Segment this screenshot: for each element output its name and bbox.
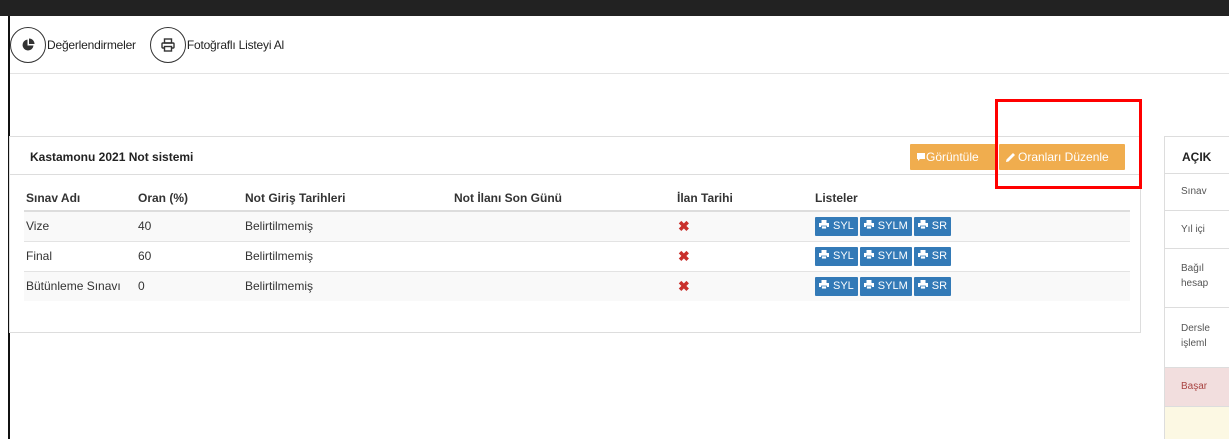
photo-list-button[interactable]: Fotoğraflı Listeyi Al	[149, 27, 292, 63]
panel-title: Kastamonu 2021 Not sistemi	[30, 150, 194, 164]
lists-cell: SYL SYLM SR	[813, 210, 1130, 241]
evaluations-label: Değerlendirmeler	[47, 38, 136, 52]
photo-list-label: Fotoğraflı Listeyi Al	[186, 38, 285, 52]
sr-button[interactable]: SR	[913, 276, 952, 296]
times-icon: ✖	[678, 247, 690, 264]
lists-cell: SYL SYLM SR	[813, 240, 1130, 271]
announce-last-cell	[452, 210, 675, 241]
sr-label: SR	[931, 220, 948, 233]
toolbar: Değerlendirmeler Fotoğraflı Listeyi Al	[10, 24, 292, 66]
info-sidebar: AÇIK Sınav Yıl içi Bağıl hesap Dersle iş…	[1164, 136, 1229, 439]
table-header-row: Sınav Adı Oran (%) Not Giriş Tarihleri N…	[24, 186, 1130, 212]
print-icon	[863, 280, 874, 292]
syl-button[interactable]: SYL	[815, 216, 858, 236]
entry-dates-cell: Belirtilmemiş	[243, 270, 452, 301]
sidebar-title: AÇIK	[1165, 136, 1229, 174]
header-lists: Listeler	[813, 186, 1130, 212]
sr-button[interactable]: SR	[913, 216, 952, 236]
pie-chart-icon	[10, 27, 46, 63]
header-entry-dates: Not Giriş Tarihleri	[243, 186, 452, 212]
table-row: Bütünleme Sınavı 0 Belirtilmemiş ✖ SYL SY…	[24, 270, 1130, 301]
syl-button[interactable]: SYL	[815, 246, 858, 266]
sidebar-item: Yıl içi	[1165, 211, 1229, 249]
print-icon	[863, 220, 874, 232]
top-bar	[0, 0, 1229, 16]
sidebar-item-warning	[1165, 407, 1229, 439]
sylm-label: SYLM	[877, 220, 908, 233]
times-icon: ✖	[678, 217, 690, 234]
announce-date-cell: ✖	[675, 240, 813, 271]
print-icon	[917, 280, 928, 292]
edit-rates-label: Oranları Düzenle	[1018, 150, 1109, 164]
sidebar-item: Sınav	[1165, 174, 1229, 211]
print-icon	[917, 250, 928, 262]
print-icon	[819, 250, 829, 262]
print-icon	[819, 220, 829, 232]
sr-button[interactable]: SR	[913, 246, 952, 266]
print-icon	[917, 220, 928, 232]
print-icon	[819, 280, 829, 292]
sr-label: SR	[931, 250, 948, 262]
rate-cell: 60	[136, 240, 243, 271]
grading-panel: Kastamonu 2021 Not sistemi Görüntüle Ora…	[9, 136, 1141, 333]
header-rate: Oran (%)	[136, 186, 243, 212]
entry-dates-cell: Belirtilmemiş	[243, 240, 452, 271]
sr-label: SR	[931, 280, 948, 293]
header-exam: Sınav Adı	[24, 186, 136, 212]
times-icon: ✖	[678, 277, 690, 294]
divider	[10, 73, 1229, 74]
sylm-label: SYLM	[877, 250, 908, 262]
entry-dates-cell: Belirtilmemiş	[243, 210, 452, 241]
evaluations-button[interactable]: Değerlendirmeler	[10, 27, 144, 63]
panel-header: Kastamonu 2021 Not sistemi Görüntüle Ora…	[10, 137, 1140, 175]
exam-table: Sınav Adı Oran (%) Not Giriş Tarihleri N…	[24, 186, 1130, 301]
sidebar-item-line: Dersle	[1181, 323, 1210, 334]
edit-rates-button[interactable]: Oranları Düzenle	[999, 144, 1125, 170]
header-announce-date: İlan Tarihi	[675, 186, 813, 212]
announce-date-cell: ✖	[675, 270, 813, 301]
rate-cell: 40	[136, 210, 243, 241]
announce-last-cell	[452, 270, 675, 301]
print-icon	[863, 250, 874, 262]
sidebar-item-danger: Başar	[1165, 368, 1229, 407]
lists-cell: SYL SYLM SR	[813, 270, 1130, 301]
sidebar-item: Bağıl hesap	[1165, 249, 1229, 308]
sylm-label: SYLM	[877, 280, 908, 293]
exam-cell: Vize	[24, 210, 136, 241]
pencil-icon	[1005, 152, 1016, 163]
header-announce-last: Not İlanı Son Günü	[452, 186, 675, 212]
syl-label: SYL	[833, 250, 854, 262]
table-row: Vize 40 Belirtilmemiş ✖ SYL SYLM SR	[24, 210, 1130, 241]
syl-button[interactable]: SYL	[815, 276, 858, 296]
sylm-button[interactable]: SYLM	[859, 276, 912, 296]
rate-cell: 0	[136, 270, 243, 301]
announce-date-cell: ✖	[675, 210, 813, 241]
table-row: Final 60 Belirtilmemiş ✖ SYL SYLM SR	[24, 240, 1130, 271]
exam-cell: Final	[24, 240, 136, 271]
sidebar-item-line: işleml	[1181, 338, 1207, 349]
syl-label: SYL	[833, 220, 854, 233]
comment-icon	[916, 152, 926, 162]
sylm-button[interactable]: SYLM	[859, 246, 912, 266]
sidebar-item-line: Bağıl	[1181, 263, 1204, 274]
exam-cell: Bütünleme Sınavı	[24, 270, 136, 301]
view-button-label: Görüntüle	[926, 150, 979, 164]
sidebar-item-line: hesap	[1181, 278, 1209, 289]
view-button[interactable]: Görüntüle	[910, 144, 996, 170]
announce-last-cell	[452, 240, 675, 271]
sylm-button[interactable]: SYLM	[859, 216, 912, 236]
print-icon	[149, 27, 186, 63]
sidebar-item: Dersle işleml	[1165, 308, 1229, 368]
syl-label: SYL	[833, 280, 854, 293]
